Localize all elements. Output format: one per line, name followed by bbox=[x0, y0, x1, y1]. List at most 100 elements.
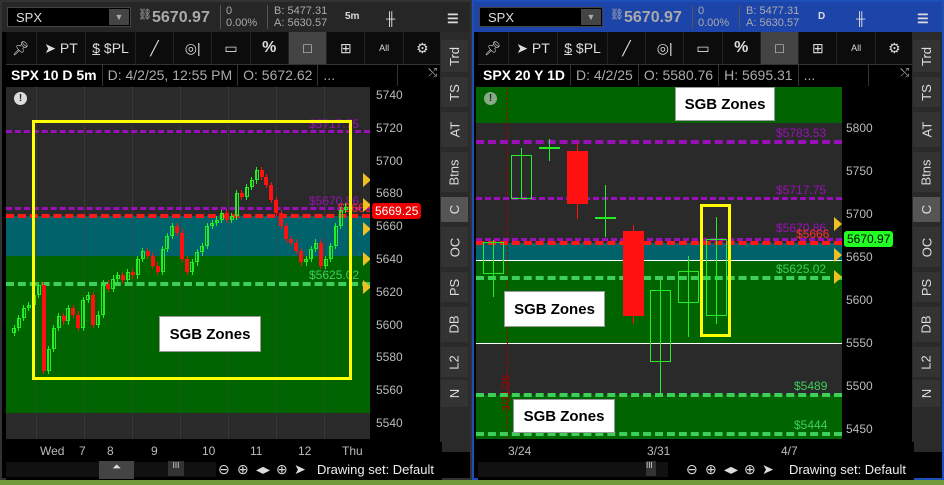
percent-tool-button[interactable]: % bbox=[251, 32, 289, 64]
zoom-in-icon[interactable]: ⊕ bbox=[705, 461, 717, 478]
x-tick-label: 3/31 bbox=[647, 444, 671, 458]
side-tab-btns[interactable]: Btns bbox=[913, 152, 940, 192]
menu-icon[interactable]: ☰ bbox=[917, 11, 929, 27]
expand-icon[interactable]: ⏶ bbox=[99, 461, 134, 479]
side-tab-db[interactable]: DB bbox=[441, 307, 468, 342]
drawing-set-label[interactable]: Drawing set: Default bbox=[789, 462, 906, 477]
y-tick-label: 5700 bbox=[846, 207, 873, 221]
y-tick-label: 5600 bbox=[846, 293, 873, 307]
grid-layout-icon[interactable]: ⊞ bbox=[799, 32, 838, 64]
crosshair-icon[interactable]: ⊕ bbox=[276, 461, 288, 478]
line-tool-icon[interactable]: ╱ bbox=[136, 32, 175, 64]
side-tab-c[interactable]: C bbox=[913, 197, 940, 222]
link-icon[interactable]: ⛓ bbox=[138, 8, 152, 21]
pin-icon[interactable]: 📌︎ bbox=[478, 32, 509, 64]
grid-layout-icon[interactable]: ⊞ bbox=[327, 32, 366, 64]
chart-panel-right: SPX ▼ ⛓ 5670.97 0 0.00% B: 5477.31 A: 5630.… bbox=[472, 0, 944, 480]
chart-style-icon[interactable]: ╫ bbox=[386, 11, 395, 26]
line-tool-icon[interactable]: ╱ bbox=[608, 32, 647, 64]
side-tab-label: OC bbox=[919, 237, 934, 257]
price-level-icon[interactable]: ◎| bbox=[646, 32, 685, 64]
level-marker-icon bbox=[834, 270, 842, 284]
side-tab-ps[interactable]: PS bbox=[441, 272, 468, 302]
scroll-handle[interactable]: III bbox=[646, 461, 656, 476]
candle-up bbox=[16, 318, 21, 328]
pin-icon[interactable]: 📌︎ bbox=[6, 32, 37, 64]
price-chart[interactable]: ! 3/21/25 $5783.53 $5717.75 $5670.86 $5666 $5… bbox=[476, 87, 842, 439]
divider bbox=[739, 5, 740, 29]
chevron-down-icon[interactable]: ▼ bbox=[581, 9, 601, 25]
timeframe-button[interactable]: 5m bbox=[345, 11, 359, 22]
price-chart[interactable]: ! $5717.75 $5670.86 $5666 $5625.02 SGB Zones bbox=[6, 87, 370, 439]
side-tab-label: PS bbox=[447, 278, 462, 296]
pointer-tool-button[interactable]: ➤ PT bbox=[509, 32, 559, 64]
zoom-out-icon[interactable]: ⊖ bbox=[218, 461, 230, 478]
x-tick-label: 12 bbox=[298, 444, 312, 458]
pointer-tool-button[interactable]: ➤ PT bbox=[37, 32, 87, 64]
time-axis[interactable]: 3/24 3/31 4/7 bbox=[476, 442, 914, 460]
pan-icon[interactable]: ◂▸ bbox=[256, 461, 270, 478]
side-tab-l2[interactable]: L2 bbox=[441, 347, 468, 377]
side-tab-oc[interactable]: OC bbox=[913, 227, 940, 267]
settings-gear-icon[interactable]: ⚙ bbox=[876, 32, 915, 64]
time-axis[interactable]: Wed 7 8 9 10 11 12 Thu bbox=[6, 442, 442, 460]
percent-tool-button[interactable]: % bbox=[723, 32, 761, 64]
symbol-input[interactable]: SPX ▼ bbox=[479, 7, 603, 27]
price-level-icon[interactable]: ◎| bbox=[174, 32, 213, 64]
chart-more[interactable]: ... bbox=[799, 65, 869, 86]
price-level-line bbox=[476, 393, 842, 398]
rectangle-tool-icon[interactable]: ▭ bbox=[212, 32, 251, 64]
chart-style-icon[interactable]: ╫ bbox=[856, 11, 865, 26]
side-tab-label: DB bbox=[447, 315, 462, 334]
side-tab-label: TS bbox=[447, 83, 462, 101]
side-tab-n[interactable]: N bbox=[441, 380, 468, 407]
pl-tool-button[interactable]: $ $PL bbox=[558, 32, 608, 64]
y-tick-label: 5640 bbox=[376, 252, 403, 266]
all-icon[interactable]: All bbox=[837, 32, 876, 64]
side-tab-at[interactable]: AT bbox=[441, 112, 468, 147]
price-axis[interactable]: 5800 5750 5700 5650 5600 5550 5500 5450 5670.97 bbox=[842, 87, 914, 439]
side-tab-trd[interactable]: Trd bbox=[913, 40, 940, 72]
settings-gear-icon[interactable]: ⚙ bbox=[404, 32, 443, 64]
chart-info-bar: SPX 10 D 5m D: 4/2/25, 12:55 PM O: 5672.… bbox=[6, 64, 442, 86]
pl-tool-button[interactable]: $ $PL bbox=[86, 32, 136, 64]
chevron-down-icon[interactable]: ▼ bbox=[109, 9, 129, 25]
side-tab-at[interactable]: AT bbox=[913, 112, 940, 147]
alert-icon[interactable]: ! bbox=[484, 92, 497, 105]
side-tab-oc[interactable]: OC bbox=[441, 227, 468, 267]
side-tab-ps[interactable]: PS bbox=[913, 272, 940, 302]
side-tab-trd[interactable]: Trd bbox=[441, 40, 468, 72]
candle-up bbox=[26, 304, 31, 309]
rectangle-tool-icon[interactable]: ▭ bbox=[684, 32, 723, 64]
side-tab-btns[interactable]: Btns bbox=[441, 152, 468, 192]
zoom-out-icon[interactable]: ⊖ bbox=[686, 461, 698, 478]
side-tab-c[interactable]: C bbox=[441, 197, 468, 222]
timeframe-button[interactable]: D bbox=[818, 11, 825, 22]
horizontal-scrollbar[interactable] bbox=[478, 462, 668, 477]
price-axis[interactable]: 5740 5720 5700 5680 5660 5640 5620 5600 5580 5560… bbox=[370, 87, 442, 439]
chart-more[interactable]: ... bbox=[318, 65, 399, 86]
crosshair-icon[interactable]: ⊕ bbox=[744, 461, 756, 478]
single-layout-icon[interactable]: □ bbox=[288, 32, 328, 64]
cursor-icon[interactable]: ➤ bbox=[294, 461, 306, 478]
alert-icon[interactable]: ! bbox=[14, 92, 27, 105]
zoom-in-icon[interactable]: ⊕ bbox=[237, 461, 249, 478]
scroll-handle[interactable]: III bbox=[168, 461, 184, 476]
sgb-zones-label: SGB Zones bbox=[513, 399, 615, 433]
side-tab-db[interactable]: DB bbox=[913, 307, 940, 342]
side-tab-label: DB bbox=[919, 315, 934, 334]
side-tab-ts[interactable]: TS bbox=[441, 77, 468, 107]
side-tab-l2[interactable]: L2 bbox=[913, 347, 940, 377]
side-tab-n[interactable]: N bbox=[913, 380, 940, 407]
cursor-icon[interactable]: ➤ bbox=[762, 461, 774, 478]
pan-icon[interactable]: ◂▸ bbox=[724, 461, 738, 478]
link-icon[interactable]: ⛓ bbox=[610, 8, 624, 21]
single-layout-icon[interactable]: □ bbox=[760, 32, 800, 64]
symbol-input[interactable]: SPX ▼ bbox=[7, 7, 131, 27]
side-tab-ts[interactable]: TS bbox=[913, 77, 940, 107]
symbol-value: SPX bbox=[16, 10, 43, 25]
price-level-label: $5444 bbox=[794, 418, 828, 433]
menu-icon[interactable]: ☰ bbox=[447, 11, 459, 27]
all-icon[interactable]: All bbox=[365, 32, 404, 64]
drawing-set-label[interactable]: Drawing set: Default bbox=[317, 462, 434, 477]
